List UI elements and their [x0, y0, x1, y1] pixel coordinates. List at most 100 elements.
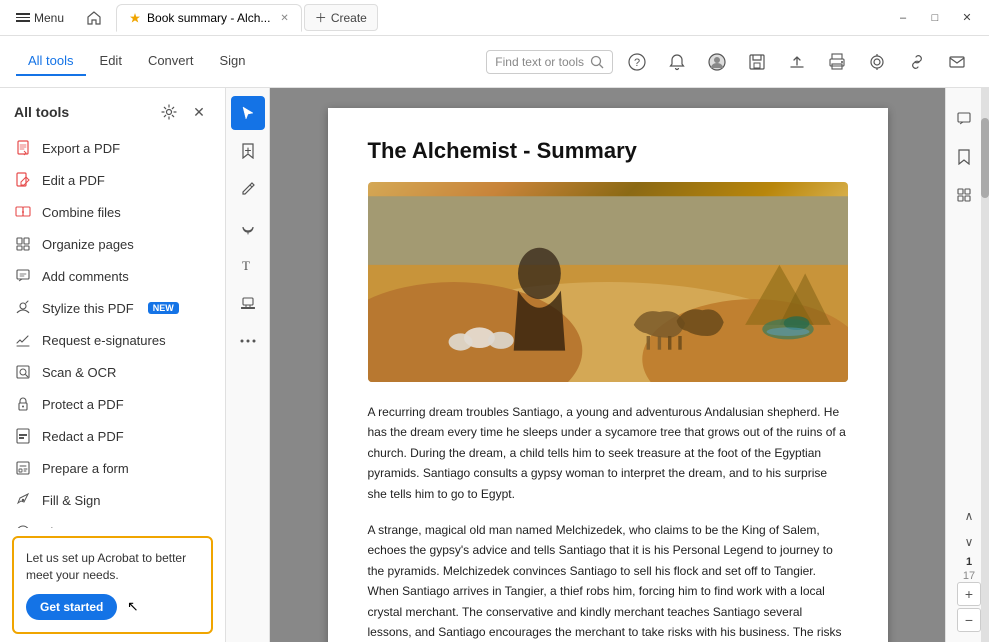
tab-all-tools[interactable]: All tools [16, 47, 86, 76]
active-tab[interactable]: Book summary - Alch... ✕ [116, 4, 302, 32]
sidebar-close-button[interactable]: ✕ [187, 100, 211, 124]
close-button[interactable]: ✕ [953, 4, 981, 32]
add-comments-icon [14, 267, 32, 285]
get-started-button[interactable]: Get started [26, 594, 117, 620]
pdf-page: The Alchemist - Summary [328, 108, 888, 642]
total-pages: 17 [963, 570, 975, 582]
redact-pdf-icon [14, 427, 32, 445]
tool-panel: T [226, 88, 270, 642]
maximize-button[interactable]: □ [921, 4, 949, 32]
new-tab-button[interactable]: ＋ Create [304, 4, 378, 31]
sidebar-item-organize-pages-label: Organize pages [42, 237, 134, 252]
tab-label: Book summary - Alch... [147, 11, 270, 25]
stamp-tool-button[interactable] [231, 286, 265, 320]
search-box[interactable]: Find text or tools [486, 50, 613, 74]
tab-bar: Book summary - Alch... ✕ ＋ Create [116, 4, 378, 31]
hamburger-icon [16, 13, 30, 22]
more-tools-button[interactable] [231, 324, 265, 358]
toolbar-nav: All tools Edit Convert Sign [16, 47, 258, 76]
sidebar-item-organize-pages[interactable]: Organize pages [0, 228, 225, 260]
sidebar-item-redact-pdf[interactable]: Redact a PDF [0, 420, 225, 452]
comment-panel-button[interactable] [947, 102, 981, 136]
print-icon [828, 53, 846, 71]
upload-icon [788, 53, 806, 71]
next-page-button[interactable]: ∨ [957, 530, 981, 554]
pen-tool-button[interactable] [231, 172, 265, 206]
export-pdf-icon [14, 139, 32, 157]
sidebar-promo: Let us set up Acrobat to better meet you… [12, 536, 213, 634]
tab-convert-label: Convert [148, 53, 194, 68]
menu-label: Menu [34, 11, 64, 25]
notification-button[interactable] [661, 46, 693, 78]
sidebar-item-edit-pdf-label: Edit a PDF [42, 173, 105, 188]
sidebar-item-add-comments[interactable]: Add comments [0, 260, 225, 292]
lasso-tool-button[interactable] [231, 210, 265, 244]
titlebar-right: – □ ✕ [889, 4, 981, 32]
save-button[interactable] [741, 46, 773, 78]
minimize-button[interactable]: – [889, 4, 917, 32]
zoom-out-button[interactable]: − [957, 608, 981, 632]
sidebar-item-view-more[interactable]: View more [0, 516, 225, 528]
grid-panel-button[interactable] [947, 178, 981, 212]
sidebar-item-stylize-pdf-label: Stylize this PDF [42, 301, 134, 316]
sidebar-item-scan-ocr[interactable]: Scan & OCR [0, 356, 225, 388]
enhance-button[interactable] [861, 46, 893, 78]
account-icon [708, 53, 726, 71]
titlebar: Menu Book summary - Alch... ✕ ＋ Create –… [0, 0, 989, 36]
sidebar-item-protect-pdf[interactable]: Protect a PDF [0, 388, 225, 420]
sidebar-item-fill-sign-label: Fill & Sign [42, 493, 101, 508]
sidebar-item-request-esignatures[interactable]: Request e-signatures [0, 324, 225, 356]
sidebar-settings-button[interactable] [157, 100, 181, 124]
sidebar: All tools ✕ [0, 88, 226, 642]
sidebar-item-edit-pdf[interactable]: Edit a PDF [0, 164, 225, 196]
request-esignatures-icon [14, 331, 32, 349]
sidebar-item-redact-pdf-label: Redact a PDF [42, 429, 124, 444]
tab-sign[interactable]: Sign [207, 47, 257, 76]
scrollbar-track[interactable] [981, 88, 989, 642]
tab-convert[interactable]: Convert [136, 47, 206, 76]
current-page: 1 [966, 556, 972, 568]
tab-sign-label: Sign [219, 53, 245, 68]
comment-icon [956, 111, 972, 127]
main-content: All tools ✕ [0, 88, 989, 642]
prev-page-button[interactable]: ∧ [957, 504, 981, 528]
upload-button[interactable] [781, 46, 813, 78]
sidebar-item-prepare-form[interactable]: Prepare a form [0, 452, 225, 484]
text-tool-button[interactable]: T [231, 248, 265, 282]
edit-pdf-icon [14, 171, 32, 189]
tab-close-icon[interactable]: ✕ [280, 13, 288, 24]
home-button[interactable] [80, 4, 108, 32]
pdf-paragraph-2: A strange, magical old man named Melchiz… [368, 520, 848, 642]
text-icon: T [240, 257, 256, 273]
select-tool-button[interactable] [231, 96, 265, 130]
promo-text: Let us set up Acrobat to better meet you… [26, 550, 199, 584]
sidebar-item-export-pdf[interactable]: Export a PDF [0, 132, 225, 164]
bookmarks-panel-button[interactable] [947, 140, 981, 174]
help-button[interactable]: ? [621, 46, 653, 78]
bookmark-tool-button[interactable] [231, 134, 265, 168]
email-button[interactable] [941, 46, 973, 78]
new-tab-label: Create [331, 11, 367, 25]
menu-button[interactable]: Menu [8, 7, 72, 29]
sidebar-item-fill-sign[interactable]: Fill & Sign [0, 484, 225, 516]
zoom-in-button[interactable]: + [957, 582, 981, 606]
link-button[interactable] [901, 46, 933, 78]
help-icon: ? [628, 53, 646, 71]
sidebar-item-combine-files[interactable]: Combine files [0, 196, 225, 228]
pdf-area[interactable]: The Alchemist - Summary [270, 88, 945, 642]
enhance-icon [868, 53, 886, 71]
home-icon [86, 10, 102, 26]
cursor-icon: ↖ [127, 598, 139, 615]
tab-edit[interactable]: Edit [88, 47, 134, 76]
new-tab-plus: ＋ [315, 9, 327, 26]
sidebar-title: All tools [14, 104, 69, 120]
bookmarks-icon [957, 149, 971, 165]
account-button[interactable] [701, 46, 733, 78]
protect-pdf-icon [14, 395, 32, 413]
sidebar-item-stylize-pdf[interactable]: Stylize this PDF NEW [0, 292, 225, 324]
tab-star-icon [129, 12, 141, 24]
print-button[interactable] [821, 46, 853, 78]
scrollbar-thumb[interactable] [981, 118, 989, 198]
link-icon [908, 53, 926, 71]
zoom-controls: + − [957, 582, 981, 632]
